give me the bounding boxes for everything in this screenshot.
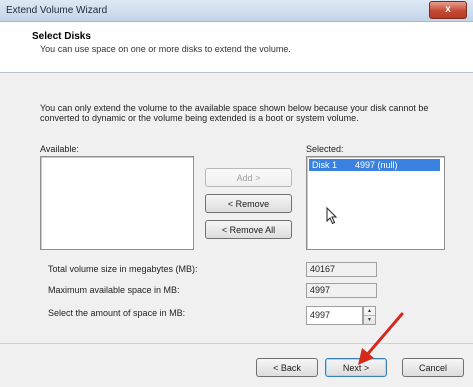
max-space-label: Maximum available space in MB: [48, 285, 180, 295]
select-amount-label: Select the amount of space in MB: [48, 308, 186, 318]
wizard-header: Select Disks You can use space on one or… [0, 22, 473, 73]
mouse-cursor-icon [326, 207, 338, 225]
remove-button[interactable]: < Remove [205, 194, 292, 213]
selected-disks-list[interactable]: Disk 1 4997 (null) [306, 156, 445, 250]
annotation-arrow-icon [358, 312, 404, 365]
selected-label: Selected: [306, 144, 344, 154]
disk-name: Disk 1 [312, 160, 338, 170]
total-size-label: Total volume size in megabytes (MB): [48, 264, 198, 274]
total-size-field: 40167 [306, 262, 377, 277]
remove-all-button[interactable]: < Remove All [205, 220, 292, 239]
window-title: Extend Volume Wizard [6, 5, 108, 16]
page-title: Select Disks [32, 31, 91, 42]
page-subtitle: You can use space on one or more disks t… [40, 44, 291, 54]
cancel-button[interactable]: Cancel [402, 358, 464, 377]
available-disks-list[interactable] [40, 156, 194, 250]
available-label: Available: [40, 144, 79, 154]
max-space-field: 4997 [306, 283, 377, 298]
disk-size: 4997 (null) [355, 160, 398, 170]
add-button[interactable]: Add > [205, 168, 292, 187]
close-button[interactable]: x [429, 1, 467, 19]
selected-disk-item[interactable]: Disk 1 4997 (null) [309, 159, 440, 171]
back-button[interactable]: < Back [256, 358, 318, 377]
title-bar: Extend Volume Wizard x [0, 0, 473, 22]
description-text: You can only extend the volume to the av… [40, 103, 429, 123]
